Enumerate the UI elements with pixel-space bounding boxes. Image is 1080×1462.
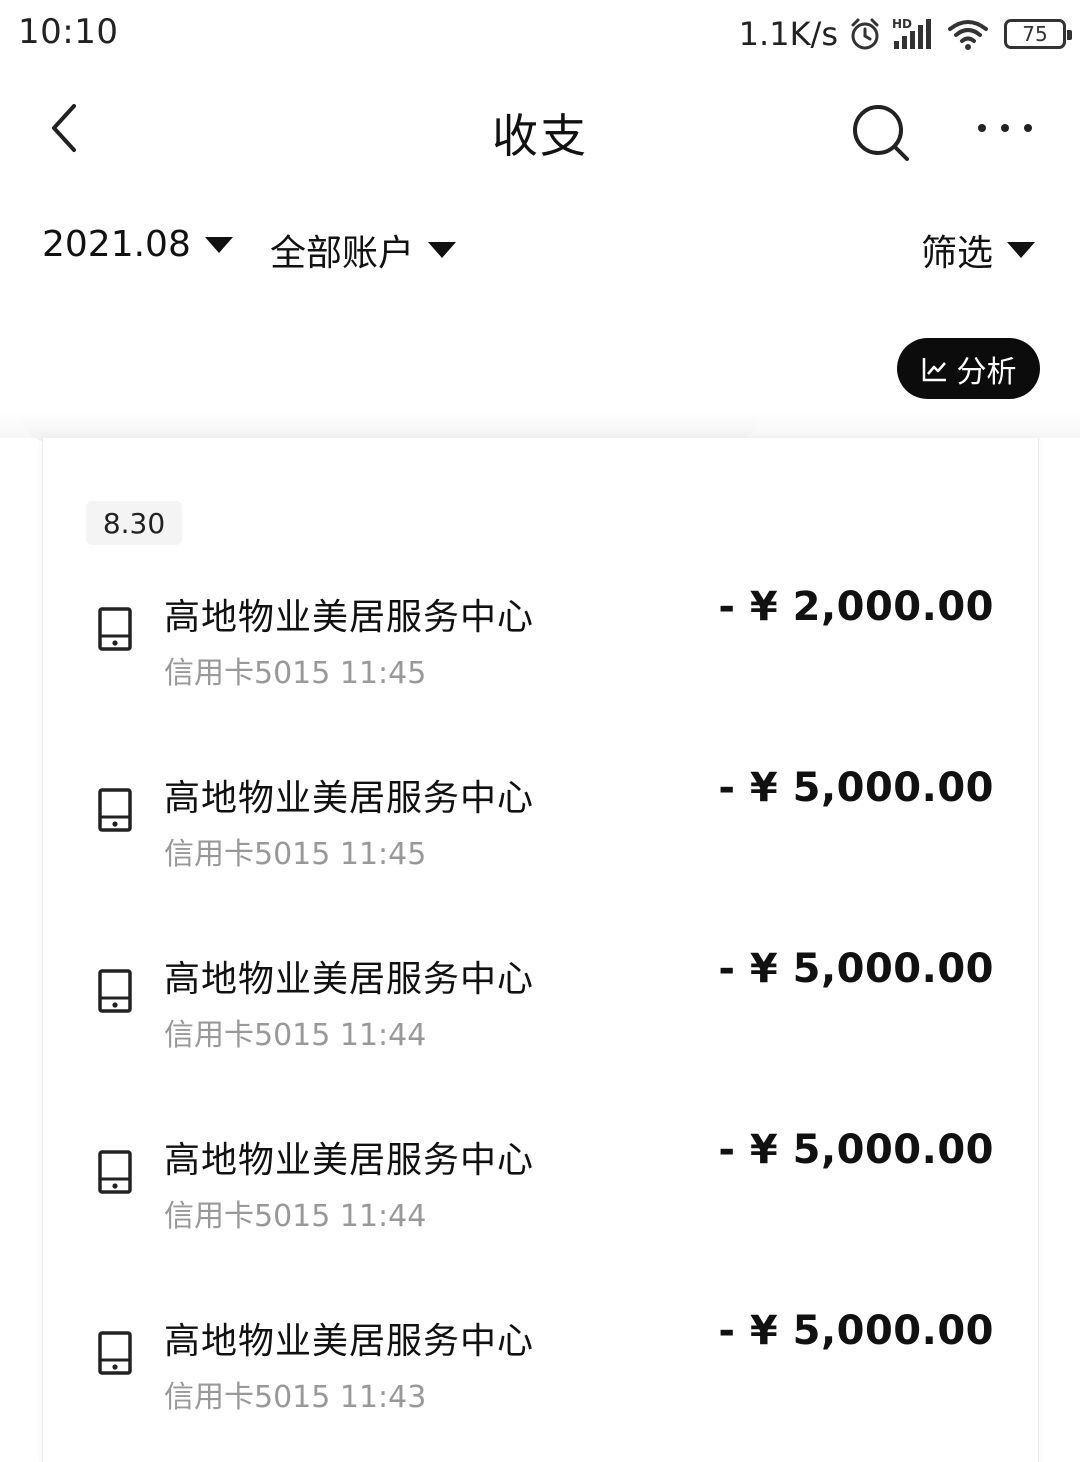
caret-down-icon xyxy=(204,236,233,253)
merchant-name: 高地物业美居服务中心 xyxy=(164,597,535,638)
analysis-label: 分析 xyxy=(956,354,1017,390)
card-reader-icon xyxy=(98,788,132,832)
page-title: 收支 xyxy=(492,109,588,163)
caret-down-icon xyxy=(428,242,457,258)
wifi-icon xyxy=(946,17,990,51)
transaction-amount: - ¥ 5,000.00 xyxy=(718,946,994,992)
transaction-meta: 信用卡5015 11:44 xyxy=(164,1199,427,1234)
status-time: 10:10 xyxy=(18,12,119,52)
card-reader-icon xyxy=(98,1331,132,1375)
account-selector[interactable]: 全部账户 xyxy=(270,224,457,276)
merchant-name: 高地物业美居服务中心 xyxy=(164,1140,535,1181)
card-reader-icon xyxy=(98,607,132,651)
transaction-amount: - ¥ 5,000.00 xyxy=(718,765,994,811)
card-reader-icon xyxy=(98,969,132,1013)
transaction-amount: - ¥ 2,000.00 xyxy=(718,584,994,630)
alarm-icon xyxy=(848,17,882,51)
transaction-row[interactable]: 高地物业美居服务中心 信用卡5015 11:45 - ¥ 2,000.00 xyxy=(43,584,1038,718)
transaction-amount: - ¥ 5,000.00 xyxy=(718,1127,994,1173)
battery-level: 75 xyxy=(1022,22,1048,46)
filter-row: 2021.08 全部账户 筛选 xyxy=(0,210,1080,290)
status-icons: 1.1K/s HD 75 xyxy=(738,14,1072,54)
network-speed: 1.1K/s xyxy=(738,15,838,53)
navigation-bar: 收支 xyxy=(0,70,1080,185)
analysis-button[interactable]: 分析 xyxy=(897,338,1040,399)
account-label: 全部账户 xyxy=(270,233,415,274)
status-bar: 10:10 1.1K/s HD 75 xyxy=(0,0,1080,70)
transaction-row[interactable]: 高地物业美居服务中心 信用卡5015 11:45 - ¥ 5,000.00 xyxy=(43,765,1038,899)
transaction-row[interactable]: 高地物业美居服务中心 信用卡5015 11:44 - ¥ 5,000.00 xyxy=(43,946,1038,1080)
transactions-screen: 10:10 1.1K/s HD 75 收支 2021.08 全部账户 筛选 分析… xyxy=(0,0,1080,1462)
filter-selector[interactable]: 筛选 xyxy=(921,224,1036,276)
transaction-row[interactable]: 高地物业美居服务中心 信用卡5015 11:43 - ¥ 5,000.00 xyxy=(43,1308,1038,1442)
more-icon xyxy=(978,124,1032,132)
transaction-amount: - ¥ 5,000.00 xyxy=(718,1308,994,1354)
transaction-row[interactable]: 高地物业美居服务中心 信用卡5015 11:44 - ¥ 5,000.00 xyxy=(43,1127,1038,1261)
card-reader-icon xyxy=(98,1150,132,1194)
transaction-meta: 信用卡5015 11:45 xyxy=(164,656,427,691)
transaction-meta: 信用卡5015 11:43 xyxy=(164,1380,427,1415)
merchant-name: 高地物业美居服务中心 xyxy=(164,778,535,819)
search-icon xyxy=(853,105,909,161)
month-label: 2021.08 xyxy=(42,224,191,265)
search-button[interactable] xyxy=(848,100,914,166)
transaction-list[interactable]: 8.30 高地物业美居服务中心 信用卡5015 11:45 - ¥ 2,000.… xyxy=(42,438,1039,1462)
hd-signal-icon: HD xyxy=(892,17,936,51)
more-button[interactable] xyxy=(970,110,1040,150)
chart-line-icon xyxy=(922,357,946,381)
battery-icon: 75 xyxy=(1004,19,1072,49)
merchant-name: 高地物业美居服务中心 xyxy=(164,959,535,1000)
transaction-meta: 信用卡5015 11:45 xyxy=(164,837,427,872)
month-selector[interactable]: 2021.08 xyxy=(42,224,233,265)
transaction-meta: 信用卡5015 11:44 xyxy=(164,1018,427,1053)
svg-text:HD: HD xyxy=(892,17,912,31)
merchant-name: 高地物业美居服务中心 xyxy=(164,1321,535,1362)
filter-label: 筛选 xyxy=(921,233,994,274)
caret-down-icon xyxy=(1007,242,1036,258)
date-badge: 8.30 xyxy=(86,501,182,545)
